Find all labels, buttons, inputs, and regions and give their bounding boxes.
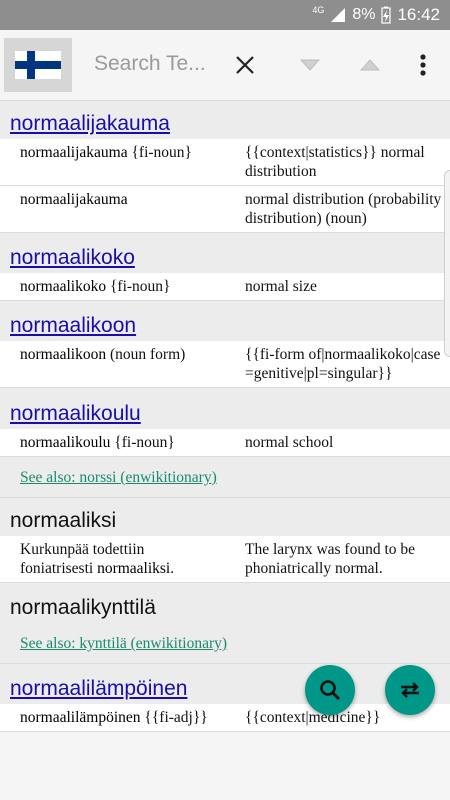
entry-header: normaalikynttilä [0,583,450,623]
finland-flag-icon [15,51,61,79]
entry-title-link[interactable]: normaalikoon [10,314,136,338]
grammar: {{fi-adj}} [140,709,208,726]
translation: {{fi-form of|normaalikoko|case=genitive|… [245,346,441,382]
toolbar: Search Te... [0,30,450,101]
swap-icon [401,682,419,698]
side-drawer-handle[interactable] [444,170,450,357]
battery-percent: 8% [352,6,376,23]
grammar: (noun form) [106,346,186,363]
translation: normal distribution (probability distrib… [245,191,442,227]
previous-result-button[interactable] [353,48,387,82]
entry-header: normaalikoon [0,301,450,341]
triangle-up-icon [360,59,380,71]
translation: The larynx was found to be phoniatricall… [245,541,416,577]
translation-row[interactable]: normaalikoulu {fi-noun} normal school [0,429,450,457]
search-icon [320,680,341,701]
battery-charging-icon [381,6,392,24]
headword: normaalikoulu [20,434,111,451]
entry-header: normaaliksi [0,498,450,536]
translation-row[interactable]: normaalijakauma {fi-noun} {{context|stat… [0,139,450,186]
translation: {{context|statistics}} normal distributi… [245,144,425,180]
headword: normaalikoon [20,346,107,363]
more-vert-icon [420,54,426,76]
translation-row[interactable]: normaalijakauma normal distribution (pro… [0,186,450,233]
overflow-menu-button[interactable] [406,48,440,82]
headword: normaalijakauma [20,191,128,208]
headword: normaalijakauma [20,144,128,161]
results-list: normaalijakauma normaalijakauma {fi-noun… [0,101,450,739]
headword: normaaliksi [97,560,171,577]
translation: normal school [245,434,334,451]
bottom-area [0,739,450,800]
clock: 16:42 [397,5,440,24]
example-punct: . [170,560,175,577]
translation-row[interactable]: normaalikoko {fi-noun} normal size [0,273,450,301]
entry-header: normaalilämpöinen [0,664,450,704]
language-flag-button[interactable] [4,38,72,92]
entry-header: normaalikoulu [0,388,450,429]
entry-header: normaalijakauma [0,101,450,139]
swap-languages-fab[interactable] [385,665,435,715]
entry-title: normaalikynttilä [10,596,156,619]
entry-title-link[interactable]: normaalikoko [10,246,135,270]
headword: normaalilämpöinen [20,709,141,726]
triangle-down-icon [300,59,320,71]
entry-title-link[interactable]: normaalijakauma [10,112,170,136]
see-also-link[interactable]: See also: kynttilä (enwikitionary) [20,635,227,653]
close-icon [236,56,254,74]
see-also-row: See also: norssi (enwikitionary) [0,457,450,498]
clear-button[interactable] [228,48,262,82]
translation-row[interactable]: normaalikoon (noun form) {{fi-form of|no… [0,341,450,388]
entry-title-link[interactable]: normaalilämpöinen [10,677,187,701]
see-also-link[interactable]: See also: norssi (enwikitionary) [20,469,217,487]
entry-header: normaalikoko [0,233,450,273]
search-input[interactable]: Search Te... [94,52,206,76]
see-also-row: See also: kynttilä (enwikitionary) [0,623,450,664]
translation: normal size [245,278,317,295]
network-type: 4G [312,5,325,15]
translation-row[interactable]: normaalilämpöinen {{fi-adj}} {{context|m… [0,704,450,732]
entry-title: normaaliksi [10,509,117,532]
example-row[interactable]: Kurkunpää todettiin foniatrisesti normaa… [0,536,450,583]
headword: normaalikoko [20,278,107,295]
grammar: {fi-noun} [106,278,171,295]
next-result-button[interactable] [293,48,327,82]
signal-icon [331,8,346,22]
entry-title-link[interactable]: normaalikoulu [10,402,141,426]
status-bar: 4G 8% 16:42 [0,0,450,30]
grammar: {fi-noun} [127,144,192,161]
search-fab[interactable] [305,665,355,715]
grammar: {fi-noun} [110,434,175,451]
